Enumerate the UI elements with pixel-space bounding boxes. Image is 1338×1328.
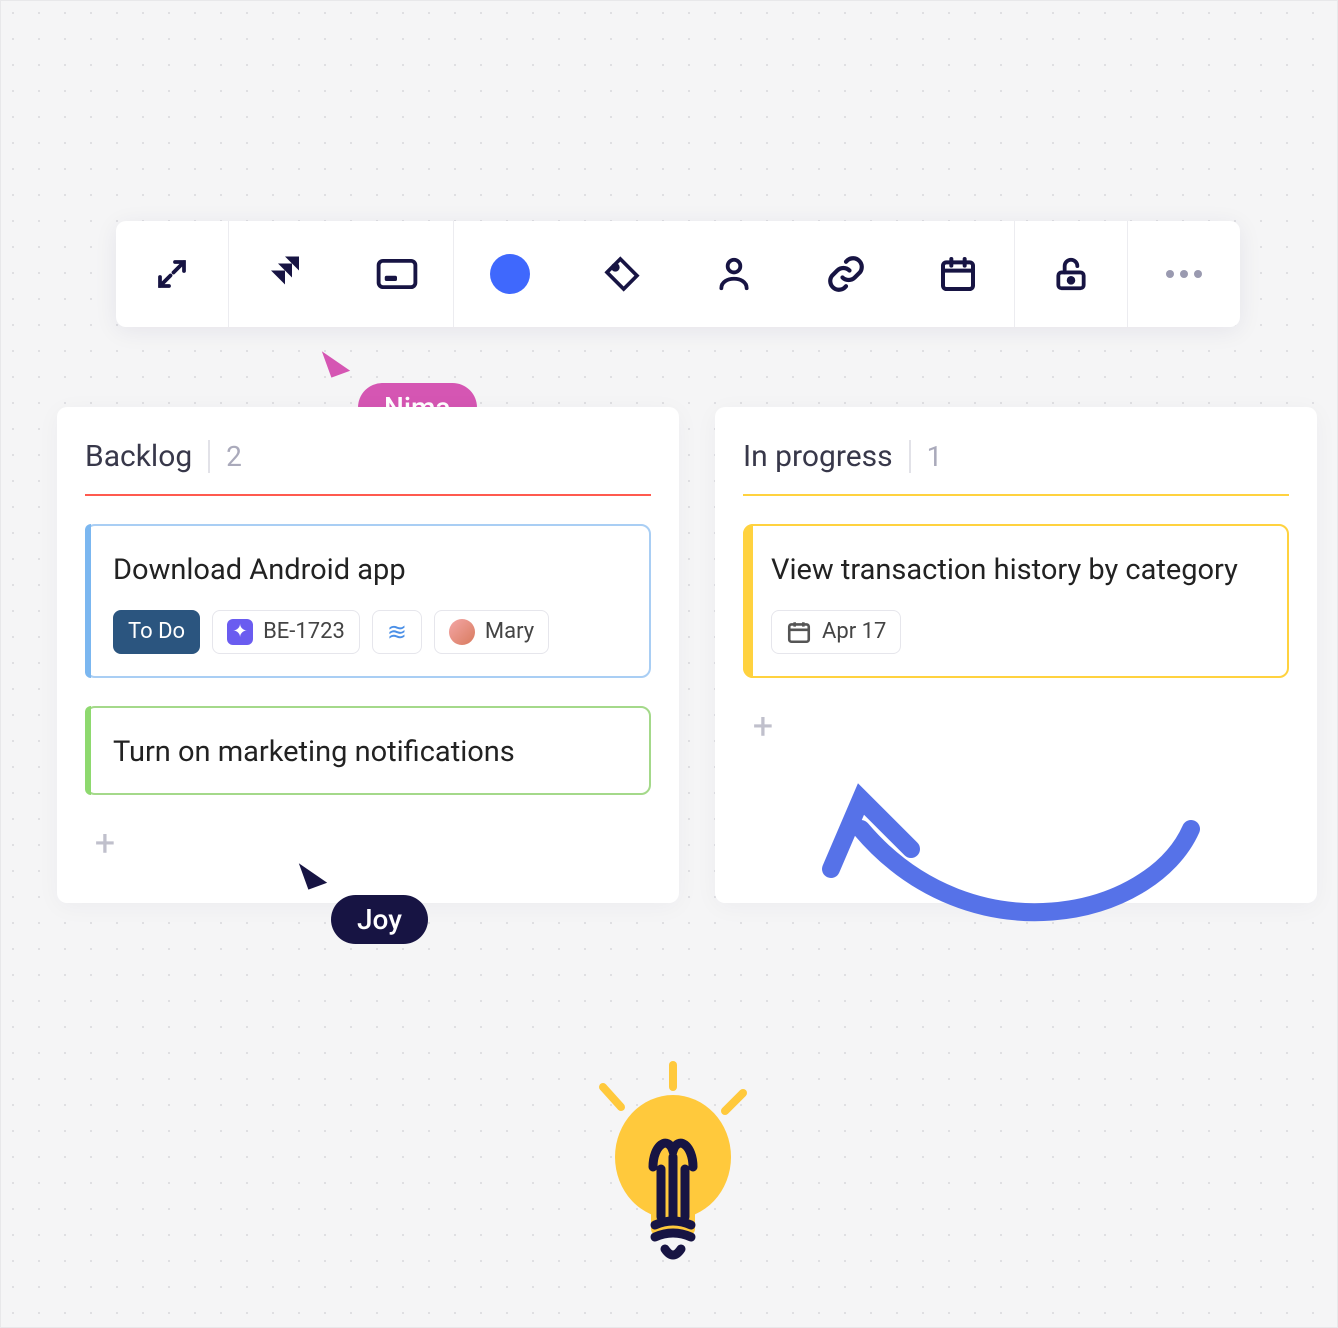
ticket-badge[interactable]: ✦ BE-1723 bbox=[212, 610, 360, 654]
card-icon bbox=[376, 257, 418, 291]
column-backlog: Backlog 2 Download Android app To Do ✦ B… bbox=[57, 407, 679, 903]
date-badge[interactable]: Apr 17 bbox=[771, 610, 901, 654]
add-card-button[interactable]: + bbox=[85, 823, 125, 863]
lightbulb-icon bbox=[573, 1057, 773, 1267]
card-button[interactable] bbox=[341, 221, 453, 327]
toolbar-group-1 bbox=[116, 221, 229, 327]
color-dot-icon bbox=[490, 254, 530, 294]
unlock-button[interactable] bbox=[1015, 221, 1127, 327]
column-count: 1 bbox=[909, 440, 943, 473]
card-badges: To Do ✦ BE-1723 ≋ Mary bbox=[113, 610, 623, 654]
assignee-badge[interactable]: Mary bbox=[434, 610, 549, 654]
bolt-icon: ✦ bbox=[227, 619, 253, 645]
column-header: Backlog 2 bbox=[85, 439, 651, 474]
more-icon bbox=[1163, 269, 1205, 279]
avatar bbox=[449, 619, 475, 645]
column-divider bbox=[743, 494, 1289, 496]
calendar-icon bbox=[786, 619, 812, 645]
jira-icon bbox=[264, 253, 306, 295]
column-title: In progress bbox=[743, 439, 893, 474]
ticket-id: BE-1723 bbox=[263, 619, 345, 644]
assignee-name: Mary bbox=[485, 619, 534, 644]
tag-button[interactable] bbox=[566, 221, 678, 327]
calendar-icon bbox=[938, 254, 978, 294]
link-icon bbox=[825, 253, 867, 295]
expand-icon bbox=[154, 256, 190, 292]
add-card-button[interactable]: + bbox=[743, 706, 783, 746]
layers-badge[interactable]: ≋ bbox=[372, 610, 422, 654]
status-badge[interactable]: To Do bbox=[113, 610, 200, 654]
column-header: In progress 1 bbox=[743, 439, 1289, 474]
card-download-android-app[interactable]: Download Android app To Do ✦ BE-1723 ≋ M… bbox=[85, 524, 651, 678]
card-badges: Apr 17 bbox=[771, 610, 1261, 654]
person-icon bbox=[715, 254, 753, 294]
column-title: Backlog bbox=[85, 439, 192, 474]
toolbar-group-3 bbox=[454, 221, 1015, 327]
column-count: 2 bbox=[208, 440, 242, 473]
card-marketing-notifications[interactable]: Turn on marketing notifications bbox=[85, 706, 651, 796]
card-title: View transaction history by category bbox=[771, 552, 1261, 590]
kanban-board: Backlog 2 Download Android app To Do ✦ B… bbox=[57, 407, 1317, 903]
toolbar-group-2 bbox=[229, 221, 454, 327]
column-divider bbox=[85, 494, 651, 496]
date-text: Apr 17 bbox=[822, 619, 886, 644]
calendar-button[interactable] bbox=[902, 221, 1014, 327]
card-title: Download Android app bbox=[113, 552, 623, 590]
cursor-arrow-icon bbox=[322, 344, 350, 377]
toolbar-group-4 bbox=[1015, 221, 1128, 327]
color-button[interactable] bbox=[454, 221, 566, 327]
person-button[interactable] bbox=[678, 221, 790, 327]
jira-button[interactable] bbox=[229, 221, 341, 327]
link-button[interactable] bbox=[790, 221, 902, 327]
toolbar bbox=[116, 221, 1240, 327]
tag-icon bbox=[602, 254, 642, 294]
layers-icon: ≋ bbox=[387, 620, 407, 644]
unlock-icon bbox=[1052, 253, 1090, 295]
card-transaction-history[interactable]: View transaction history by category Apr… bbox=[743, 524, 1289, 678]
card-title: Turn on marketing notifications bbox=[113, 734, 623, 772]
toolbar-group-5 bbox=[1128, 221, 1240, 327]
more-button[interactable] bbox=[1128, 221, 1240, 327]
expand-button[interactable] bbox=[116, 221, 228, 327]
column-in-progress: In progress 1 View transaction history b… bbox=[715, 407, 1317, 903]
